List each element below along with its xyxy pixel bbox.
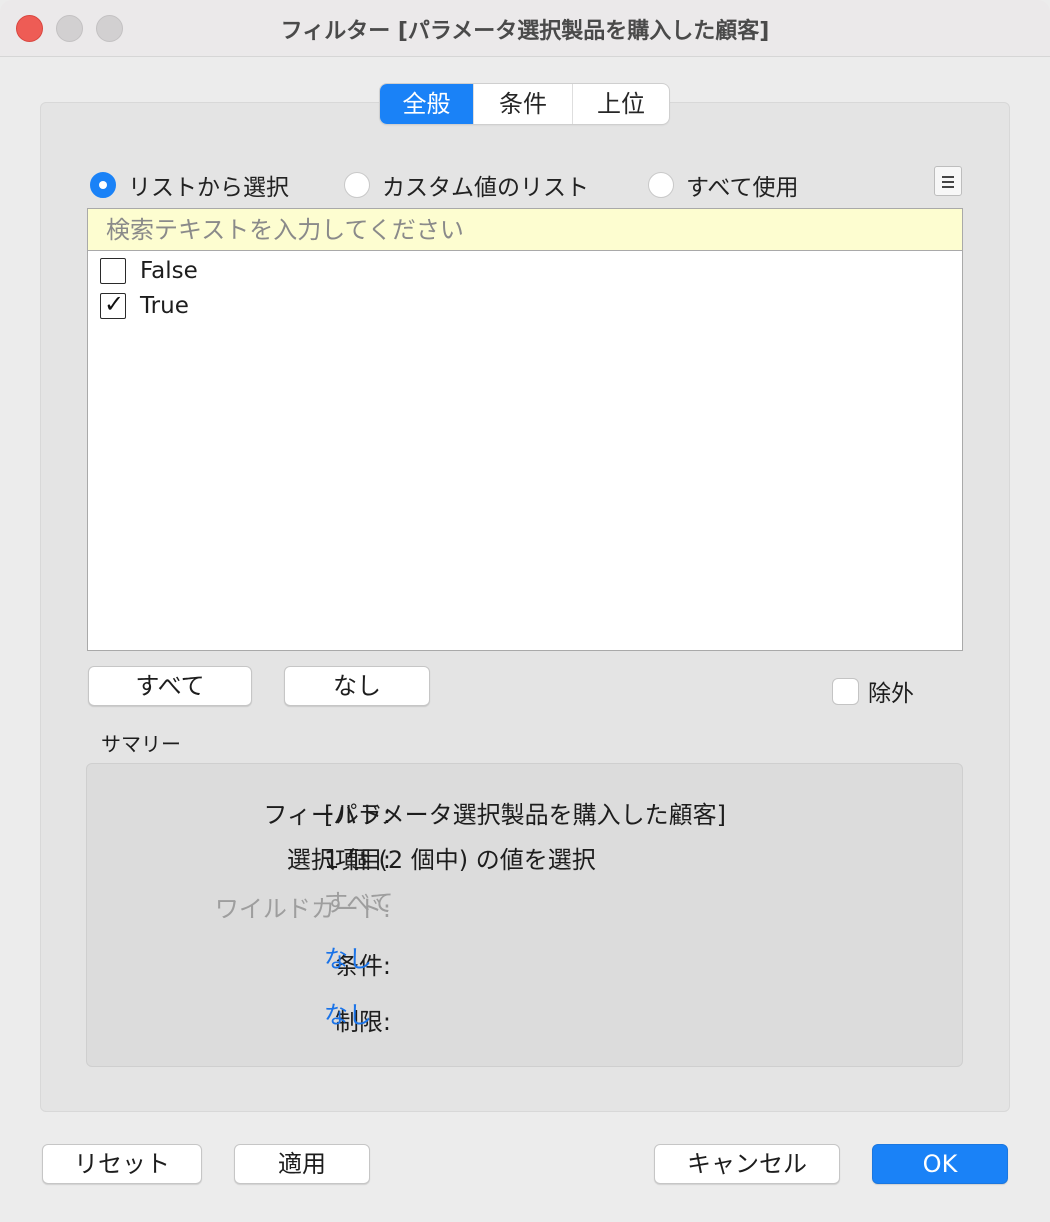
title-bar: フィルター [パラメータ選択製品を購入した顧客] [0, 0, 1050, 57]
tab-bar: 全般 条件 上位 [380, 84, 669, 124]
list-item-label: False [140, 258, 198, 284]
radio-use-all[interactable]: すべて使用 [648, 168, 798, 202]
summary-value-selection: 1 個 (2 個中) の値を選択 [324, 846, 596, 874]
summary-value-wildcard: すべて [324, 889, 394, 917]
list-item[interactable]: ✓ True [100, 290, 189, 322]
select-none-button[interactable]: なし [284, 666, 430, 706]
value-list[interactable]: 検索テキストを入力してください False ✓ True [87, 208, 963, 651]
tab-condition[interactable]: 条件 [473, 84, 572, 124]
radio-custom-value-list[interactable]: カスタム値のリスト [344, 168, 589, 202]
apply-button[interactable]: 適用 [234, 1144, 370, 1184]
reset-button[interactable]: リセット [42, 1144, 202, 1184]
radio-button[interactable] [648, 172, 674, 198]
list-item[interactable]: False [100, 255, 198, 287]
window-title: フィルター [パラメータ選択製品を購入した顧客] [280, 19, 770, 44]
summary-panel: フィールド: [パラメータ選択製品を購入した顧客] 選択項目: 1 個 (2 個… [86, 763, 963, 1067]
summary-link-condition[interactable]: なし [324, 939, 372, 974]
radio-label: リストから選択 [128, 175, 289, 201]
radio-button-selected[interactable] [90, 172, 116, 198]
summary-value-field: [パラメータ選択製品を購入した顧客] [324, 801, 727, 829]
radio-label: カスタム値のリスト [382, 175, 589, 201]
checkbox[interactable]: ✓ [100, 290, 126, 319]
exclude-label: 除外 [868, 681, 914, 707]
exclude-checkbox[interactable] [832, 677, 859, 705]
radio-label: すべて使用 [686, 175, 799, 201]
tab-general[interactable]: 全般 [380, 84, 473, 124]
ok-button[interactable]: OK [872, 1144, 1008, 1184]
radio-select-from-list[interactable]: リストから選択 [90, 168, 289, 202]
exclude-toggle[interactable]: 除外 [832, 674, 914, 708]
summary-link-limit[interactable]: なし [324, 995, 372, 1030]
filter-dialog: フィルター [パラメータ選択製品を購入した顧客] 全般 条件 上位 リストから選… [0, 0, 1050, 1222]
select-all-button[interactable]: すべて [88, 666, 252, 706]
list-menu-icon[interactable] [934, 166, 962, 196]
summary-heading: サマリー [101, 732, 181, 756]
search-input[interactable]: 検索テキストを入力してください [88, 209, 962, 251]
checkmark-icon: ✓ [104, 290, 125, 318]
radio-button[interactable] [344, 172, 370, 198]
list-item-label: True [140, 293, 189, 319]
cancel-button[interactable]: キャンセル [654, 1144, 840, 1184]
checkbox[interactable] [100, 258, 126, 284]
tab-top[interactable]: 上位 [572, 84, 669, 124]
